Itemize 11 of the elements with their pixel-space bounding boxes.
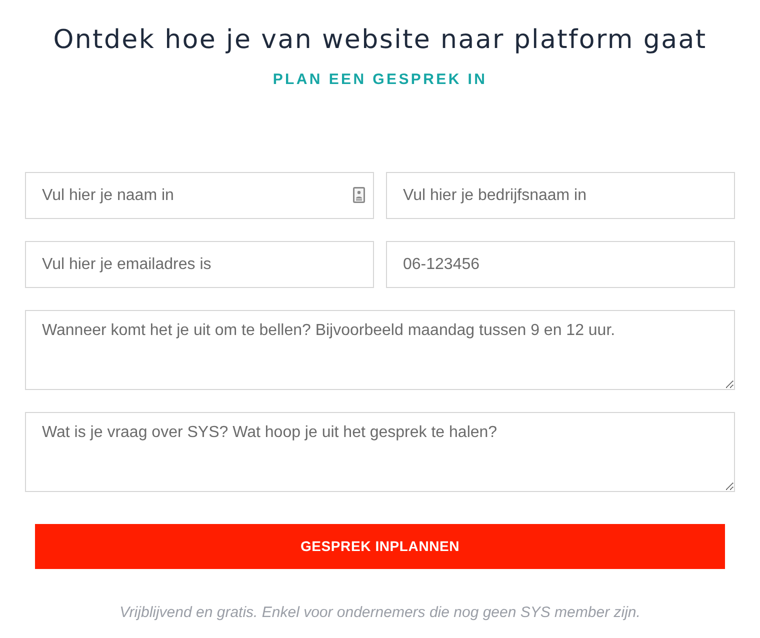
input-field[interactable]: Vul hier je naam in <box>25 172 374 219</box>
subheading: PLAN EEN GESPREK IN <box>272 70 488 90</box>
input-field[interactable]: 06-123456 <box>386 241 735 288</box>
input-field[interactable]: Vul hier je emailadres is <box>25 241 374 288</box>
footnote-text: Vrijblijvend en gratis. Enkel voor ondernemers die nog geen SYS member zijn. <box>118 603 642 623</box>
submit-button[interactable]: GESPREK INPLANNEN <box>35 524 725 569</box>
contact-card-icon[interactable] <box>353 187 365 203</box>
input-field[interactable]: Vul hier je bedrijfsnaam in <box>386 172 735 219</box>
text-area[interactable]: Wanneer komt het je uit om te bellen? Bijvoorbeeld maandag tussen 9 en 12 uur. <box>25 310 735 390</box>
text-area[interactable]: Wat is je vraag over SYS? Wat hoop je uit het gesprek te halen? <box>25 412 735 492</box>
page-heading: Ontdek hoe je van website naar platform gaat <box>52 24 708 57</box>
